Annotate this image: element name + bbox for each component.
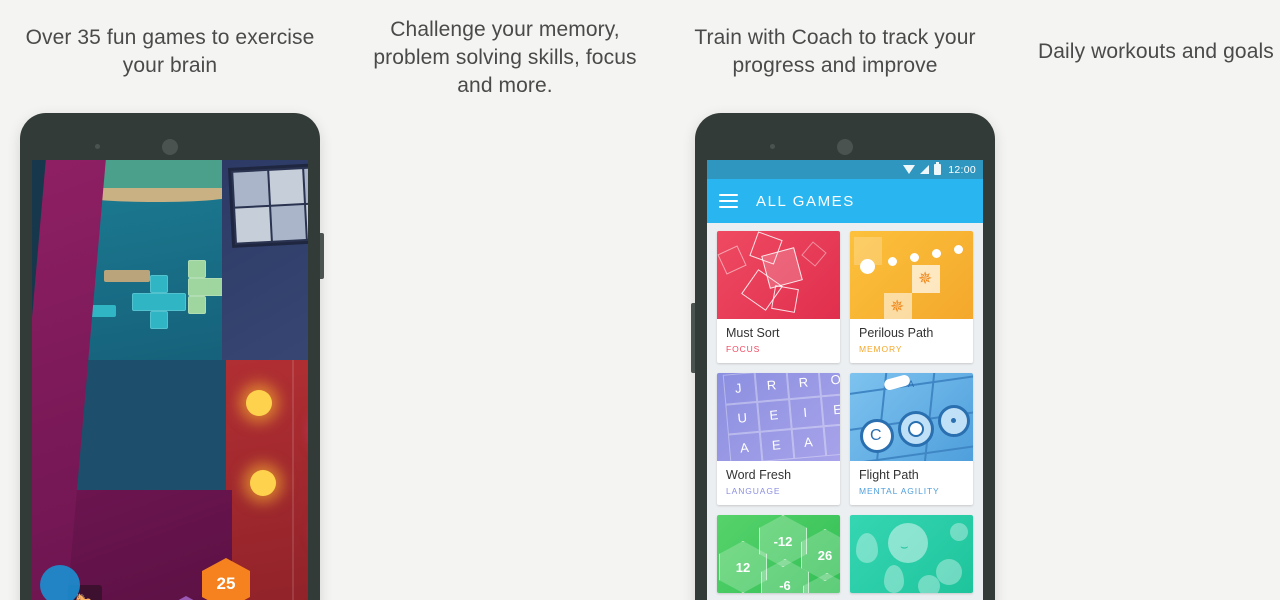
screenshot-stage: Over 35 fun games to exercise your brain bbox=[0, 0, 1280, 600]
panel-games: Over 35 fun games to exercise your brain bbox=[0, 0, 340, 600]
caption-1-line-2: your brain bbox=[122, 54, 218, 77]
caption-4-line-1: Daily workouts and goals bbox=[1038, 40, 1274, 63]
hexagon-25: 25 bbox=[202, 558, 250, 600]
panel-workout: Daily workouts and goals 12:00 P bbox=[1000, 0, 1280, 600]
number-hexagons: 25 3 -12 bbox=[140, 558, 300, 600]
phone-1-screen: 🐎 🦊 25 3 -12 bbox=[32, 160, 308, 600]
panel-all-games: Challenge your memory, problem solving s… bbox=[340, 0, 995, 600]
panel-coach: Train with Coach to track your progress … bbox=[670, 0, 1000, 600]
caption-2-line-3: and more. bbox=[457, 74, 553, 97]
caption-2: Challenge your memory, problem solving s… bbox=[340, 16, 670, 100]
caption-3: Train with Coach to track your progress … bbox=[670, 24, 1000, 80]
caption-2-line-1: Challenge your memory, bbox=[390, 18, 620, 41]
game-collage: 🐎 🦊 25 3 -12 bbox=[32, 160, 308, 600]
caption-1-line-1: Over 35 fun games to exercise bbox=[25, 26, 315, 49]
caption-3-line-1: Train with Coach to track your bbox=[694, 26, 976, 49]
caption-1: Over 35 fun games to exercise your brain bbox=[0, 24, 340, 80]
phone-frame-1: 🐎 🦊 25 3 -12 bbox=[20, 113, 324, 600]
caption-4: Daily workouts and goals bbox=[1000, 38, 1280, 66]
speaker-icon bbox=[162, 139, 178, 155]
front-camera-icon bbox=[95, 144, 100, 149]
caption-3-line-2: progress and improve bbox=[732, 54, 938, 77]
caption-2-line-2: problem solving skills, focus bbox=[373, 46, 637, 69]
power-button[interactable] bbox=[320, 233, 324, 279]
